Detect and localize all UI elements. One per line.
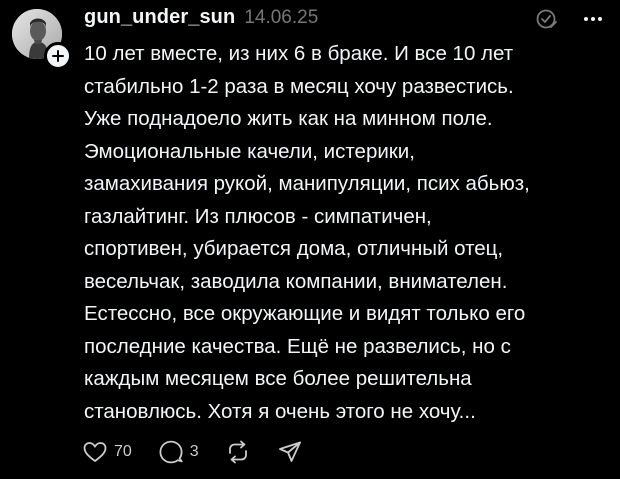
- post-body-line: весельчак, заводила компании, внимателен…: [84, 269, 508, 293]
- plus-icon: [52, 50, 64, 62]
- share-button[interactable]: [277, 439, 303, 465]
- timestamp: 14.06.25: [244, 7, 319, 28]
- username[interactable]: gun_under_sun: [84, 6, 235, 29]
- more-icon[interactable]: [580, 6, 606, 32]
- post-body-line: 10 лет вместе, из них 6 в браке. И все 1…: [84, 42, 514, 65]
- reply-button[interactable]: 3: [158, 439, 199, 465]
- heart-icon: [83, 442, 107, 462]
- repost-button[interactable]: [225, 439, 251, 465]
- post-body-line: газлайтинг. Из плюсов - симпатичен,: [84, 204, 432, 228]
- like-button[interactable]: 70: [82, 440, 132, 464]
- action-bar: 70 3: [82, 437, 329, 467]
- post-body-line: последние качества. Ещё не развелись, но…: [84, 334, 511, 358]
- post-header: gun_under_sun 14.06.25: [84, 6, 318, 34]
- post-body-line: Уже поднадоело жить как на минном поле.: [84, 107, 493, 130]
- post-body-line: замахивания рукой, манипуляции, псих абь…: [84, 172, 530, 195]
- post-body-line: Естессно, все окружающие и видят только …: [84, 302, 526, 325]
- post-body-line: стабильно 1-2 раза в месяц хочу развести…: [84, 74, 514, 98]
- follow-button[interactable]: [44, 42, 72, 70]
- post-body-line: Эмоциональные качели, истерики,: [84, 139, 415, 163]
- reply-count: 3: [189, 443, 199, 460]
- post-body-line: становлюсь. Хотя я очень этого не хочу..…: [84, 399, 476, 423]
- thread-post: gun_under_sun 14.06.25 10 лет вместе, из…: [0, 0, 620, 479]
- post-body-line: каждым месяцем все более решительна: [84, 367, 472, 390]
- repost-icon: [228, 440, 247, 464]
- post-body-line: спортивен, убирается дома, отличный отец…: [84, 237, 504, 260]
- post-body: 10 лет вместе, из них 6 в браке. И все 1…: [84, 38, 609, 428]
- like-count: 70: [114, 443, 132, 460]
- comment-icon: [159, 440, 183, 464]
- threads-icon[interactable]: [534, 6, 560, 32]
- send-icon: [278, 441, 301, 462]
